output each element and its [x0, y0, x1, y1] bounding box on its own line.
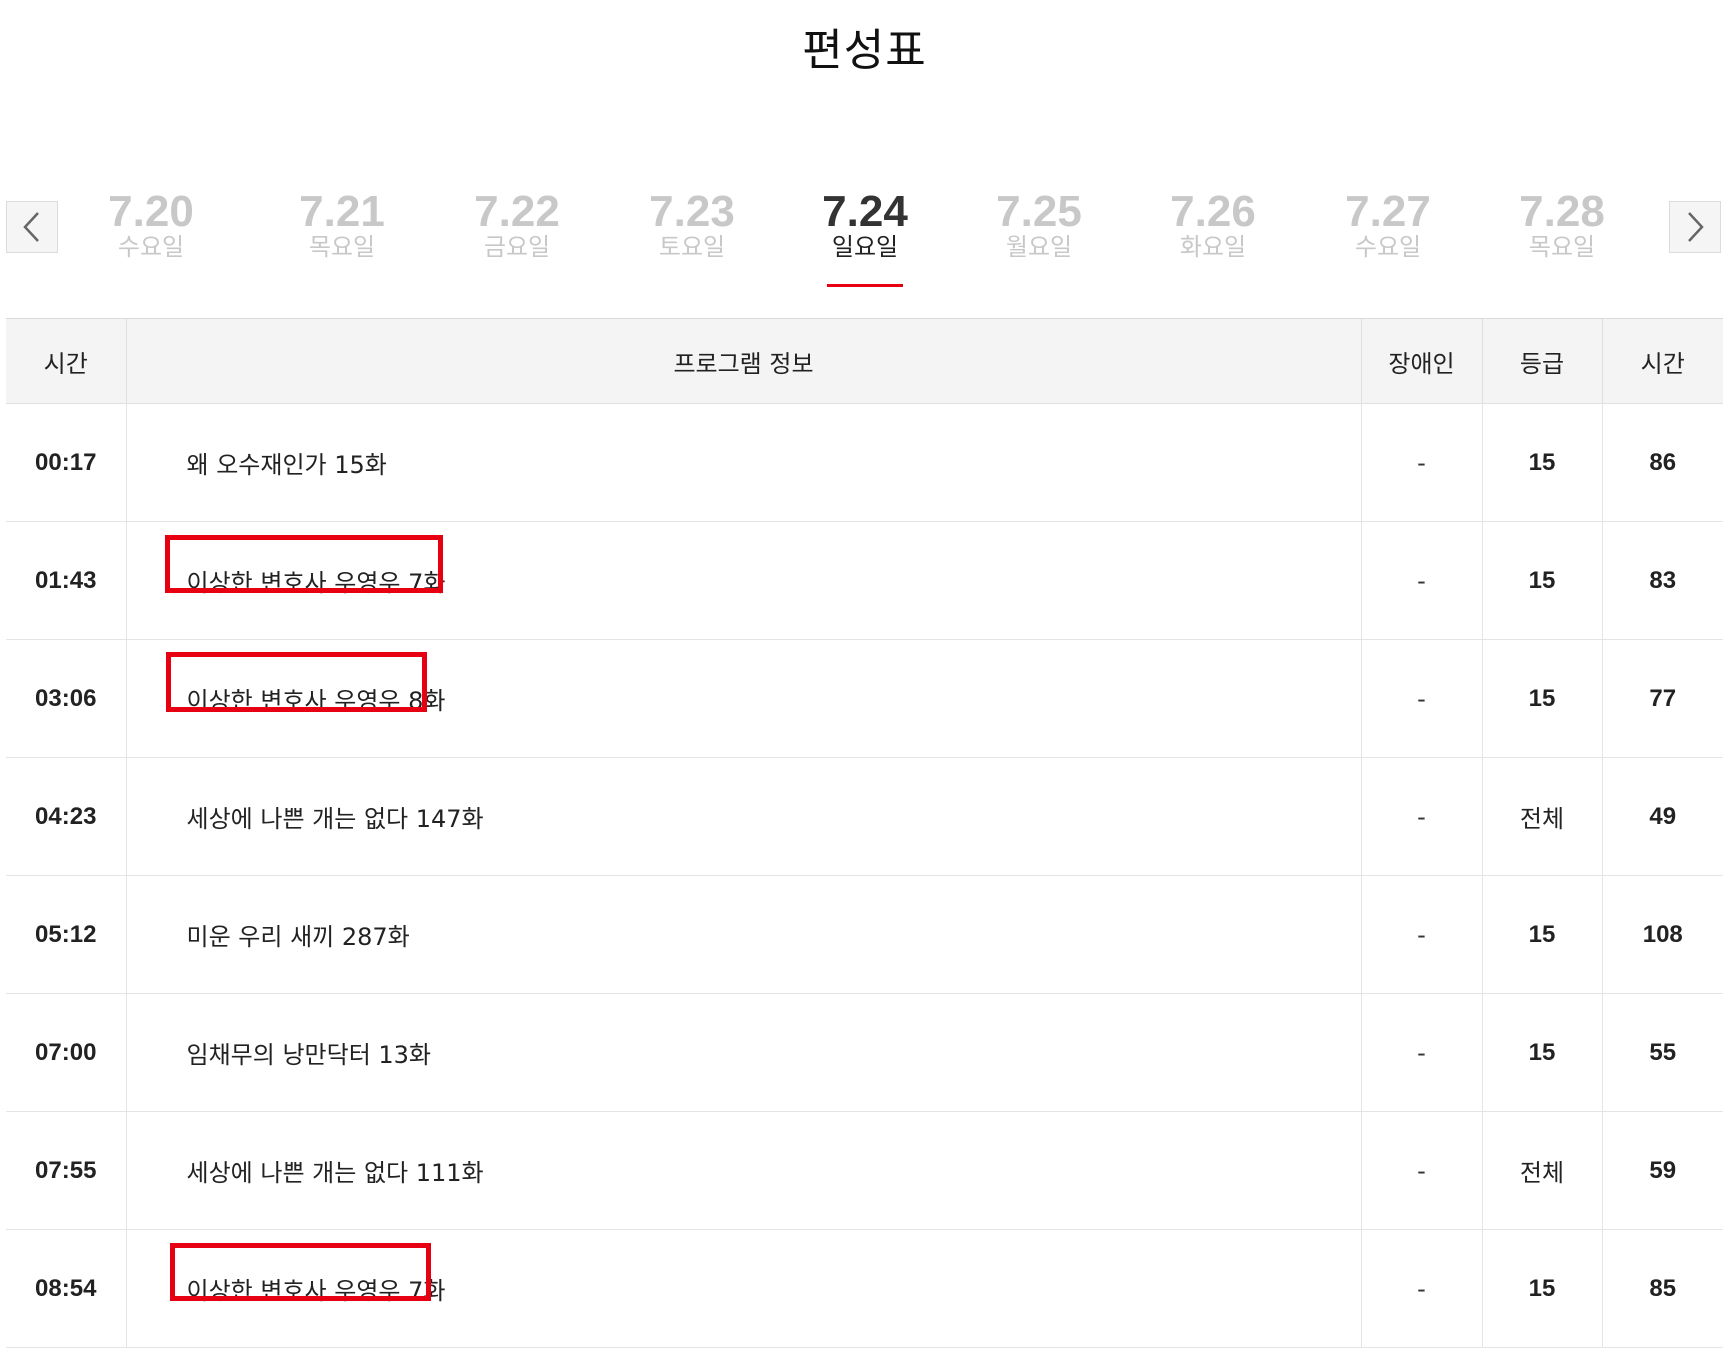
accessibility-cell: -: [1360, 875, 1482, 994]
date-tab-0722[interactable]: 7.22 금요일: [442, 186, 592, 260]
program-link[interactable]: 이상한 변호사 우영우 7화: [187, 1277, 446, 1305]
rating-cell: 15: [1481, 639, 1602, 758]
header-rating: 등급: [1481, 318, 1602, 404]
time-cell: 01:43: [6, 521, 126, 640]
time-cell: 00:17: [6, 403, 126, 522]
table-row: 04:23 세상에 나쁜 개는 없다 147화 - 전체 49: [6, 757, 1723, 876]
duration-cell: 85: [1601, 1229, 1723, 1348]
duration-cell: 49: [1601, 757, 1723, 876]
rating-cell: 15: [1481, 993, 1602, 1112]
program-cell: 세상에 나쁜 개는 없다 147화: [125, 757, 1361, 876]
accessibility-cell: -: [1360, 639, 1482, 758]
date-tab-0728[interactable]: 7.28 목요일: [1487, 186, 1637, 260]
duration-cell: 55: [1601, 993, 1723, 1112]
rating-cell: 15: [1481, 1229, 1602, 1348]
time-cell: 04:23: [6, 757, 126, 876]
program-cell: 미운 우리 새끼 287화: [125, 875, 1361, 994]
time-cell: 05:12: [6, 875, 126, 994]
chevron-left-icon: [23, 212, 39, 242]
time-cell: 07:00: [6, 993, 126, 1112]
header-time: 시간: [6, 318, 126, 404]
table-row: 03:06 이상한 변호사 우영우 8화 - 15 77: [6, 639, 1723, 758]
program-link[interactable]: 왜 오수재인가 15화: [187, 451, 387, 479]
duration-cell: 86: [1601, 403, 1723, 522]
program-link[interactable]: 이상한 변호사 우영우 8화: [187, 687, 446, 715]
chevron-right-icon: [1688, 212, 1704, 242]
program-link[interactable]: 이상한 변호사 우영우 7화: [187, 569, 446, 597]
program-cell: 임채무의 낭만닥터 13화: [125, 993, 1361, 1112]
date-navigator: 7.20 수요일 7.21 목요일 7.22 금요일 7.23 토요일 7.24…: [0, 186, 1729, 296]
accessibility-cell: -: [1360, 1229, 1482, 1348]
table-row: 00:17 왜 오수재인가 15화 - 15 86: [6, 403, 1723, 522]
table-header-row: 시간 프로그램 정보 장애인 등급 시간: [6, 318, 1723, 404]
table-row: 05:12 미운 우리 새끼 287화 - 15 108: [6, 875, 1723, 994]
program-cell: 이상한 변호사 우영우 8화: [125, 639, 1361, 758]
program-cell: 왜 오수재인가 15화: [125, 403, 1361, 522]
program-link[interactable]: 세상에 나쁜 개는 없다 147화: [187, 805, 484, 833]
program-cell: 세상에 나쁜 개는 없다 111화: [125, 1111, 1361, 1230]
accessibility-cell: -: [1360, 1111, 1482, 1230]
table-row: 01:43 이상한 변호사 우영우 7화 - 15 83: [6, 521, 1723, 640]
accessibility-cell: -: [1360, 757, 1482, 876]
program-link[interactable]: 미운 우리 새끼 287화: [187, 923, 410, 951]
table-row: 07:55 세상에 나쁜 개는 없다 111화 - 전체 59: [6, 1111, 1723, 1230]
accessibility-cell: -: [1360, 403, 1482, 522]
program-link[interactable]: 세상에 나쁜 개는 없다 111화: [187, 1159, 484, 1187]
time-cell: 07:55: [6, 1111, 126, 1230]
date-tab-0720[interactable]: 7.20 수요일: [76, 186, 226, 260]
active-date-indicator: [827, 284, 903, 287]
program-cell: 이상한 변호사 우영우 7화: [125, 1229, 1361, 1348]
table-row: 07:00 임채무의 낭만닥터 13화 - 15 55: [6, 993, 1723, 1112]
date-tab-0721[interactable]: 7.21 목요일: [267, 186, 417, 260]
program-cell: 이상한 변호사 우영우 7화: [125, 521, 1361, 640]
next-week-button[interactable]: [1669, 201, 1721, 253]
accessibility-cell: -: [1360, 993, 1482, 1112]
prev-week-button[interactable]: [6, 201, 58, 253]
rating-cell: 15: [1481, 875, 1602, 994]
time-cell: 03:06: [6, 639, 126, 758]
date-tab-0727[interactable]: 7.27 수요일: [1313, 186, 1463, 260]
program-link[interactable]: 임채무의 낭만닥터 13화: [187, 1041, 432, 1069]
header-duration: 시간: [1601, 318, 1723, 404]
page-title: 편성표: [802, 25, 927, 76]
date-tab-0725[interactable]: 7.25 월요일: [964, 186, 1114, 260]
duration-cell: 59: [1601, 1111, 1723, 1230]
duration-cell: 77: [1601, 639, 1723, 758]
header-accessibility: 장애인: [1360, 318, 1482, 404]
duration-cell: 108: [1601, 875, 1723, 994]
schedule-table: 시간 프로그램 정보 장애인 등급 시간 00:17 왜 오수재인가 15화 -…: [6, 318, 1723, 1348]
date-tab-0724[interactable]: 7.24 일요일: [790, 186, 940, 260]
time-cell: 08:54: [6, 1229, 126, 1348]
header-program: 프로그램 정보: [125, 318, 1361, 404]
rating-cell: 전체: [1481, 1111, 1602, 1230]
date-tab-0726[interactable]: 7.26 화요일: [1138, 186, 1288, 260]
rating-cell: 15: [1481, 403, 1602, 522]
date-tab-0723[interactable]: 7.23 토요일: [617, 186, 767, 260]
rating-cell: 15: [1481, 521, 1602, 640]
duration-cell: 83: [1601, 521, 1723, 640]
rating-cell: 전체: [1481, 757, 1602, 876]
accessibility-cell: -: [1360, 521, 1482, 640]
table-row: 08:54 이상한 변호사 우영우 7화 - 15 85: [6, 1229, 1723, 1348]
